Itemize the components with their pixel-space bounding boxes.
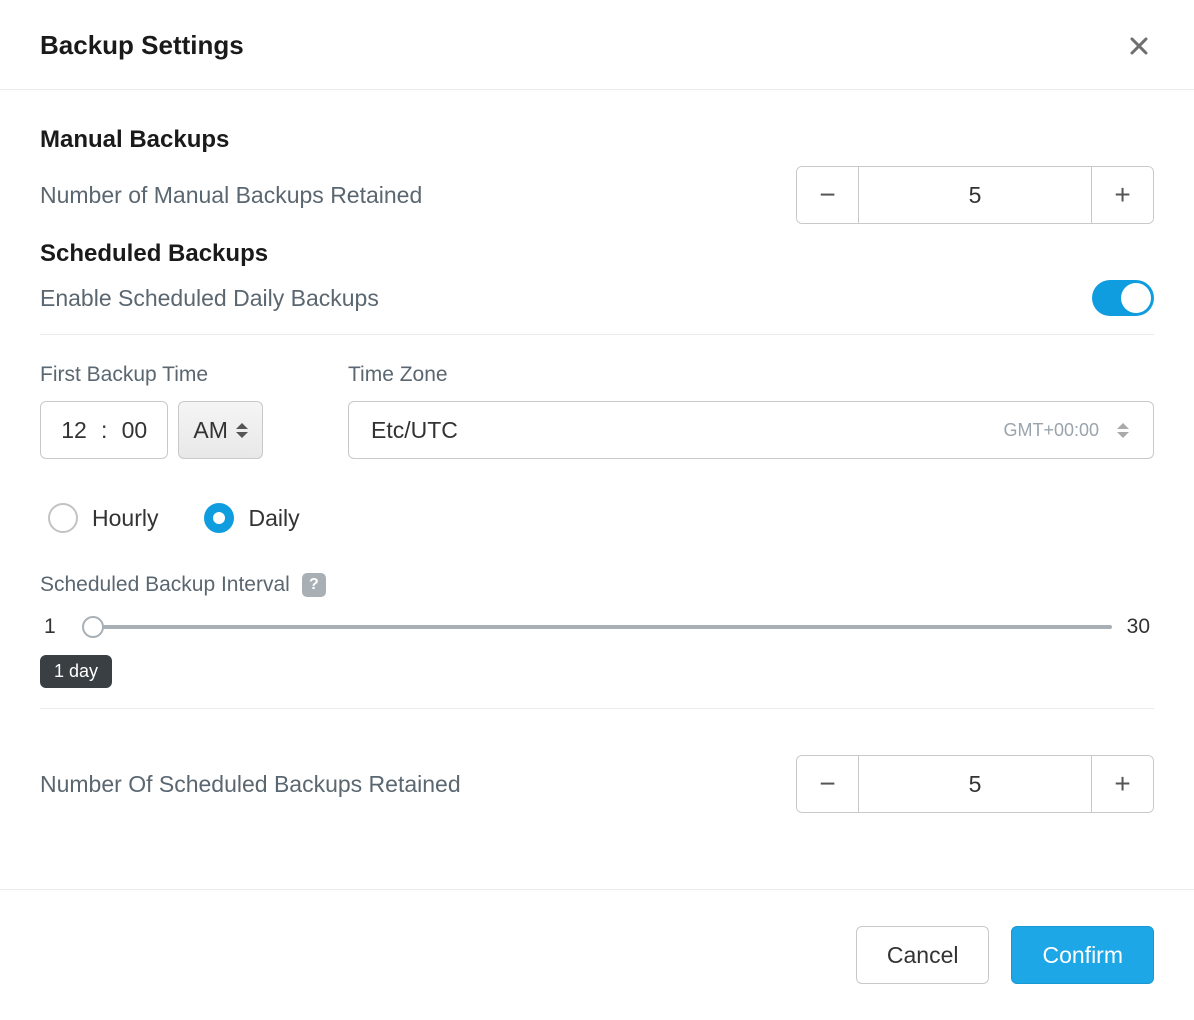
close-button[interactable] — [1124, 31, 1154, 61]
timezone-col: Time Zone Etc/UTC GMT+00:00 — [348, 363, 1154, 459]
plus-icon: + — [1114, 768, 1130, 800]
help-icon[interactable]: ? — [302, 573, 326, 597]
first-backup-time-label: First Backup Time — [40, 363, 320, 387]
ampm-value: AM — [193, 417, 228, 444]
scheduled-retained-value[interactable]: 5 — [859, 756, 1091, 812]
manual-retained-increment[interactable]: + — [1091, 167, 1153, 223]
timezone-value: Etc/UTC — [371, 417, 458, 444]
interval-value-badge: 1 day — [40, 655, 112, 688]
time-input[interactable]: 12 : 00 — [40, 401, 168, 459]
dialog-title: Backup Settings — [40, 30, 244, 61]
dialog-header: Backup Settings — [0, 0, 1194, 90]
time-hour: 12 — [57, 417, 91, 444]
ampm-select[interactable]: AM — [178, 401, 263, 459]
backup-settings-dialog: Backup Settings Manual Backups Number of… — [0, 0, 1194, 1020]
time-colon: : — [101, 417, 107, 444]
minus-icon: − — [819, 768, 835, 800]
interval-min: 1 — [44, 615, 68, 639]
manual-retained-row: Number of Manual Backups Retained − 5 + — [40, 166, 1154, 224]
scheduled-backups-heading: Scheduled Backups — [40, 240, 1154, 268]
plus-icon: + — [1114, 179, 1130, 211]
timezone-label: Time Zone — [348, 363, 1154, 387]
dialog-footer: Cancel Confirm — [0, 889, 1194, 1020]
radio-icon — [204, 503, 234, 533]
interval-label: Scheduled Backup Interval — [40, 573, 290, 597]
cancel-button[interactable]: Cancel — [856, 926, 990, 984]
manual-backups-heading: Manual Backups — [40, 126, 1154, 154]
time-timezone-row: First Backup Time 12 : 00 AM — [40, 363, 1154, 459]
scheduled-retained-decrement[interactable]: − — [797, 756, 859, 812]
slider-track — [82, 625, 1112, 629]
first-backup-time-group: 12 : 00 AM — [40, 401, 263, 459]
enable-scheduled-toggle[interactable] — [1092, 280, 1154, 316]
sort-icon — [236, 423, 248, 438]
time-minute: 00 — [117, 417, 151, 444]
manual-retained-decrement[interactable]: − — [797, 167, 859, 223]
minus-icon: − — [819, 179, 835, 211]
radio-icon — [48, 503, 78, 533]
frequency-daily-label: Daily — [248, 505, 299, 532]
sort-icon — [1117, 423, 1129, 438]
confirm-button[interactable]: Confirm — [1011, 926, 1154, 984]
slider-thumb[interactable] — [82, 616, 104, 638]
timezone-select[interactable]: Etc/UTC GMT+00:00 — [348, 401, 1154, 459]
frequency-hourly-radio[interactable]: Hourly — [48, 503, 158, 533]
frequency-daily-radio[interactable]: Daily — [204, 503, 299, 533]
frequency-hourly-label: Hourly — [92, 505, 158, 532]
first-backup-time-col: First Backup Time 12 : 00 AM — [40, 363, 320, 459]
close-icon — [1129, 36, 1149, 56]
dialog-body: Manual Backups Number of Manual Backups … — [0, 90, 1194, 889]
scheduled-retained-row: Number Of Scheduled Backups Retained − 5… — [40, 755, 1154, 813]
frequency-radio-group: Hourly Daily — [48, 503, 1154, 533]
enable-scheduled-label: Enable Scheduled Daily Backups — [40, 285, 379, 312]
interval-heading-row: Scheduled Backup Interval ? — [40, 573, 1154, 597]
manual-retained-value[interactable]: 5 — [859, 167, 1091, 223]
scheduled-retained-stepper: − 5 + — [796, 755, 1154, 813]
interval-slider[interactable] — [82, 615, 1112, 639]
manual-retained-label: Number of Manual Backups Retained — [40, 182, 422, 209]
interval-slider-row: 1 30 — [44, 615, 1150, 639]
manual-retained-stepper: − 5 + — [796, 166, 1154, 224]
timezone-offset: GMT+00:00 — [1003, 420, 1099, 441]
divider — [40, 334, 1154, 335]
enable-scheduled-row: Enable Scheduled Daily Backups — [40, 280, 1154, 316]
scheduled-retained-increment[interactable]: + — [1091, 756, 1153, 812]
divider — [40, 708, 1154, 709]
toggle-knob — [1121, 283, 1151, 313]
interval-max: 30 — [1126, 615, 1150, 639]
scheduled-retained-label: Number Of Scheduled Backups Retained — [40, 771, 461, 798]
